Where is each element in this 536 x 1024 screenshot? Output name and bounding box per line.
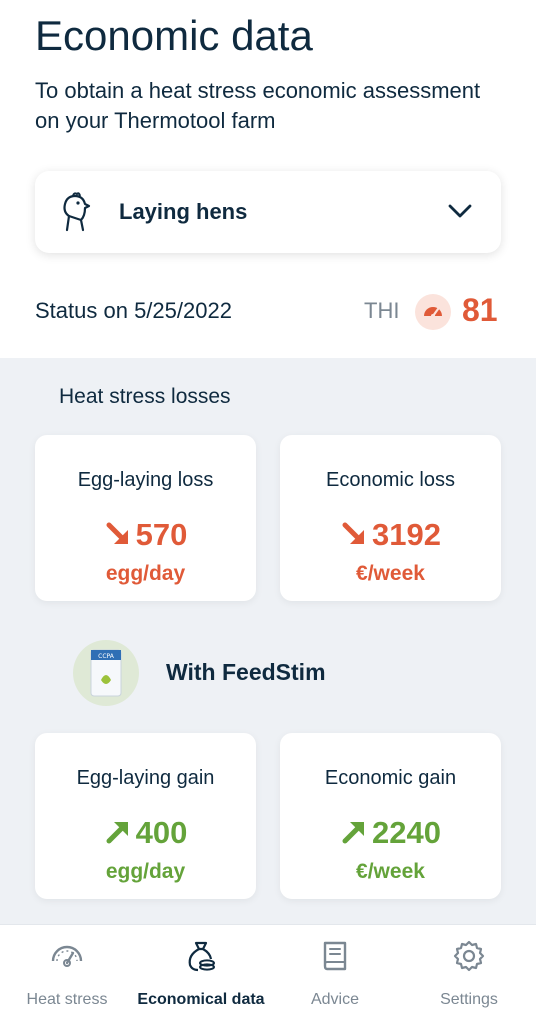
nav-label: Advice: [310, 991, 360, 1008]
card-value-text: 400: [135, 815, 188, 850]
nav-label: Settings: [440, 991, 498, 1008]
header-section: Economic data To obtain a heat stress ec…: [0, 0, 536, 358]
nav-label: Economical data: [137, 991, 265, 1008]
card-value: 400: [35, 815, 256, 851]
card-unit: egg/day: [105, 860, 186, 883]
thi-label: THI: [364, 298, 400, 323]
hen-icon: [63, 192, 91, 232]
arrow-down-right-icon: [342, 522, 365, 544]
nav-item-advice[interactable]: Advice: [268, 925, 402, 1024]
arrow-down-right-icon: [106, 522, 128, 544]
card-unit: €/week: [356, 562, 425, 585]
card-title: Economic gain: [324, 767, 457, 789]
book-icon: [323, 941, 347, 971]
card-unit: €/week: [356, 860, 425, 883]
card-title: Egg-laying gain: [76, 767, 215, 789]
product-title: With FeedStim: [166, 659, 326, 685]
card-value: 3192: [280, 517, 501, 553]
card-title: Egg-laying loss: [77, 469, 214, 491]
page-subtitle: To obtain a heat stress economic assessm…: [35, 78, 481, 133]
money-bag-icon: [188, 941, 215, 972]
nav-item-settings[interactable]: Settings: [402, 925, 536, 1024]
chevron-down-icon[interactable]: [447, 201, 473, 221]
card-value: 570: [35, 517, 256, 553]
feedstim-bag-image: CCPA: [73, 640, 139, 706]
economic-loss-card: Economic loss 3192 €/week: [280, 435, 501, 601]
arrow-up-right-icon: [342, 822, 365, 844]
svg-text:CCPA: CCPA: [98, 653, 115, 660]
nav-item-economical-data[interactable]: Economical data: [134, 925, 268, 1024]
losses-section-label: Heat stress losses: [59, 385, 231, 408]
nav-label: Heat stress: [26, 991, 108, 1008]
egg-laying-gain-card: Egg-laying gain 400 egg/day: [35, 733, 256, 899]
arrow-up-right-icon: [106, 822, 128, 844]
gauge-icon: [51, 945, 83, 967]
selected-animal-label: Laying hens: [119, 199, 248, 224]
card-value-text: 3192: [372, 517, 441, 552]
card-unit: egg/day: [105, 562, 186, 585]
thi-value: 81: [462, 292, 498, 328]
card-value-text: 2240: [372, 815, 441, 850]
gauge-icon: [415, 294, 451, 330]
economic-gain-card: Economic gain 2240 €/week: [280, 733, 501, 899]
animal-type-selector[interactable]: Laying hens: [35, 171, 501, 253]
egg-laying-loss-card: Egg-laying loss 570 egg/day: [35, 435, 256, 601]
nav-item-heat-stress[interactable]: Heat stress: [0, 925, 134, 1024]
bottom-nav: Heat stress Economical data Advice Setti…: [0, 924, 536, 1024]
gear-icon: [453, 940, 485, 972]
card-value: 2240: [280, 815, 501, 851]
card-value-text: 570: [135, 517, 188, 552]
status-date: Status on 5/25/2022: [35, 298, 232, 323]
card-title: Economic loss: [326, 469, 455, 491]
page-title: Economic data: [35, 12, 313, 59]
